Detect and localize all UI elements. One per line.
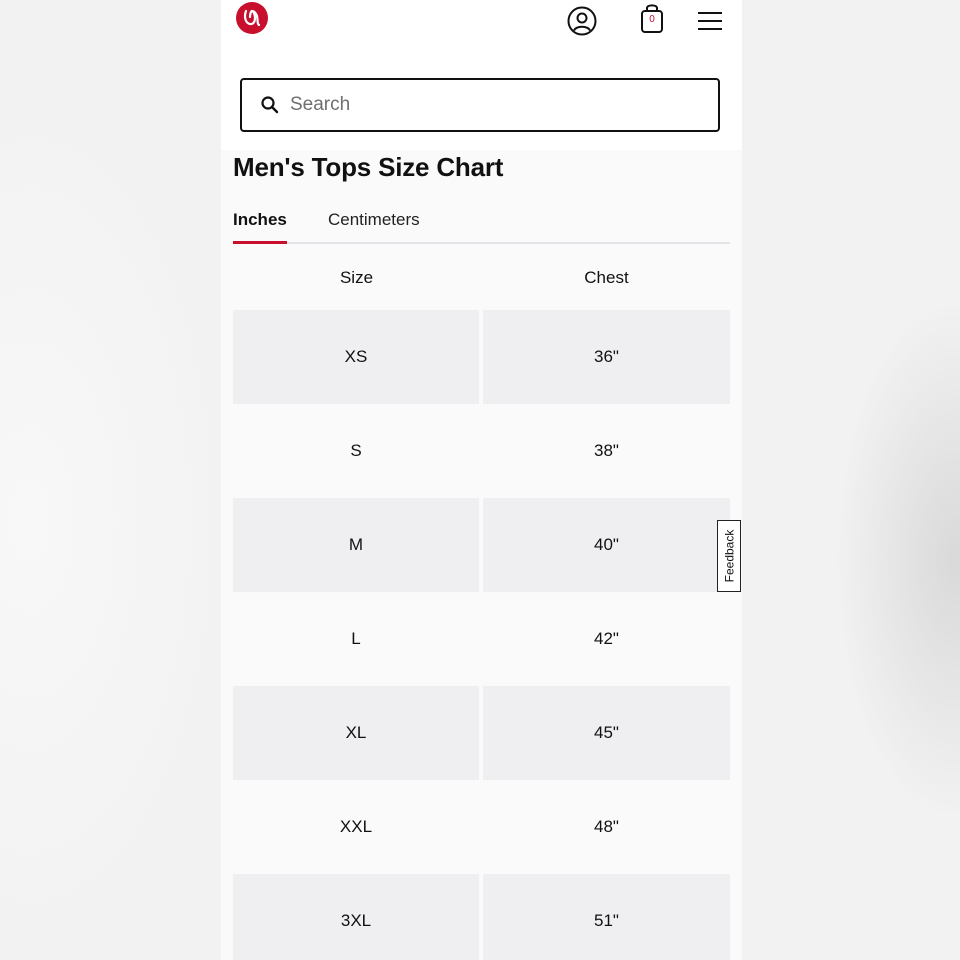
chest-cell: 45" <box>483 686 730 780</box>
chest-cell: 51" <box>483 874 730 960</box>
chest-cell: 48" <box>594 817 619 836</box>
bag-count-badge: 0 <box>649 14 655 25</box>
table-row: XL 45" <box>233 686 730 780</box>
table-row: L 42" <box>233 592 730 686</box>
active-tab-indicator <box>233 241 287 244</box>
table-header-row: Size Chest <box>233 245 730 310</box>
size-cell: M <box>233 498 479 592</box>
search-icon <box>261 96 279 114</box>
column-header-chest: Chest <box>584 267 629 287</box>
mobile-screen: 0 Men's Tops Size Chart Inches Centimete… <box>221 0 742 960</box>
account-icon[interactable] <box>566 5 598 37</box>
size-cell: XS <box>233 310 479 404</box>
feedback-button[interactable]: Feedback <box>717 520 741 592</box>
tab-inches[interactable]: Inches <box>233 210 287 230</box>
header-bar: 0 <box>221 0 742 150</box>
search-box[interactable] <box>240 78 720 132</box>
table-row: 3XL 51" <box>233 874 730 960</box>
search-input[interactable] <box>290 94 690 116</box>
page-title: Men's Tops Size Chart <box>233 152 504 182</box>
table-row: XXL 48" <box>233 780 730 874</box>
shopping-bag-icon[interactable]: 0 <box>638 2 666 34</box>
chest-cell: 42" <box>594 629 619 648</box>
unit-tabs: Inches Centimeters <box>233 206 730 244</box>
table-row: XS 36" <box>233 310 730 404</box>
size-chart-table: Size Chest XS 36" S 38" M 40" L 42" XL 4… <box>233 245 730 960</box>
tab-centimeters[interactable]: Centimeters <box>328 210 420 230</box>
table-row: S 38" <box>233 404 730 498</box>
hamburger-menu-icon[interactable] <box>695 9 725 33</box>
feedback-label: Feedback <box>722 529 737 583</box>
size-cell: L <box>351 629 361 648</box>
chest-cell: 38" <box>594 441 619 460</box>
table-row: M 40" <box>233 498 730 592</box>
chest-cell: 36" <box>483 310 730 404</box>
chest-cell: 40" <box>483 498 730 592</box>
size-cell: 3XL <box>233 874 479 960</box>
size-cell: XL <box>233 686 479 780</box>
size-cell: XXL <box>339 817 373 836</box>
lululemon-logo-icon[interactable] <box>236 2 268 34</box>
size-cell: S <box>350 441 362 460</box>
column-header-size: Size <box>339 267 374 287</box>
